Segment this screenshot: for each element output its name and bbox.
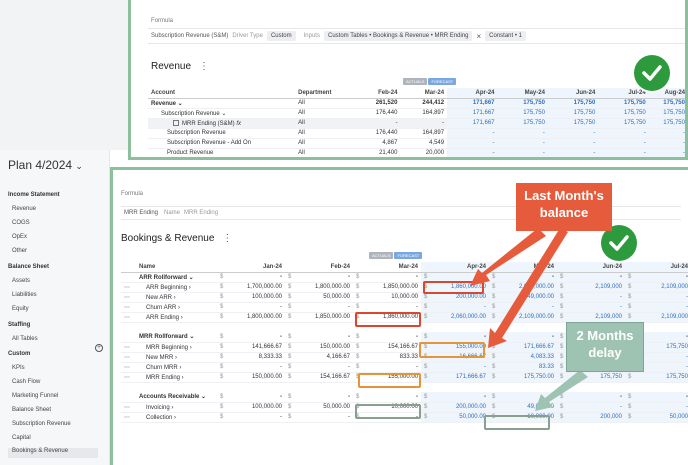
annotation-arrows: [470, 228, 588, 411]
callout-two-months-delay: 2 Months delay: [566, 322, 644, 372]
callout-last-month-balance: Last Month's balance: [516, 183, 612, 231]
arrow-to-collection: [535, 370, 588, 411]
